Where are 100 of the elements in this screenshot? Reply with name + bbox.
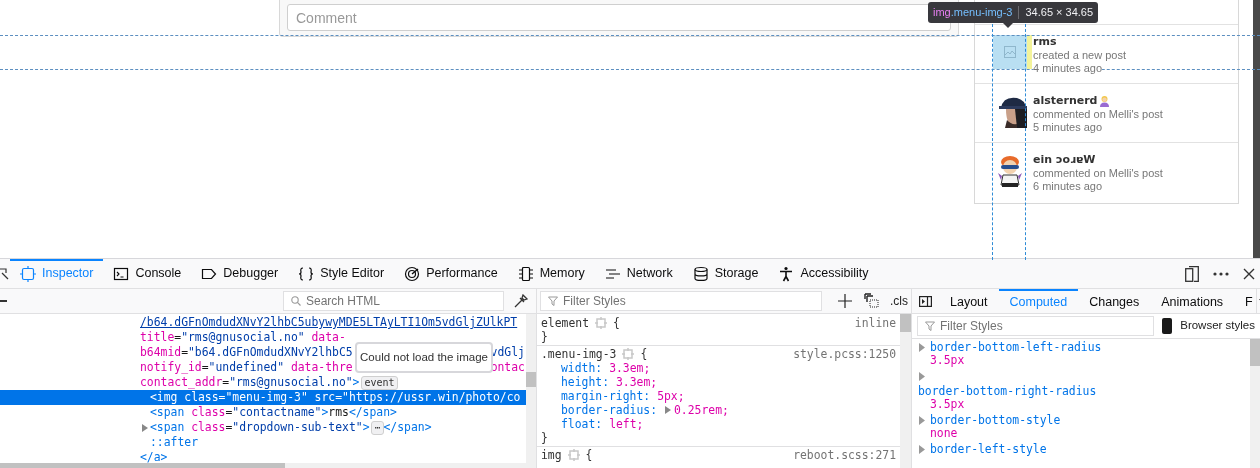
rule-source[interactable]: reboot.scss:271 <box>793 448 896 462</box>
code-token: </span> <box>348 405 397 420</box>
code-token: "rms@gnusocial.no" <box>181 330 306 345</box>
search-field[interactable]: Search HTML <box>283 291 504 311</box>
code-token: > <box>321 405 329 420</box>
code-token: > <box>362 420 370 435</box>
code-token: =" <box>335 390 349 405</box>
scrollbar-thumb[interactable] <box>1250 339 1260 366</box>
tooltip-size: 34.65 × 34.65 <box>1025 5 1094 21</box>
expand-triangle-icon[interactable] <box>918 342 926 353</box>
scrollbar-thumb[interactable] <box>526 372 536 387</box>
gear-icon <box>595 317 607 329</box>
print-simulation-icon[interactable] <box>864 293 880 309</box>
checkbox[interactable] <box>1162 318 1173 334</box>
sidebar-tab[interactable]: F <box>1234 289 1260 313</box>
notification-item[interactable]: rms created a new post 4 minutes ago <box>975 25 1238 84</box>
sidebar-tab[interactable]: Changes <box>1078 289 1151 313</box>
filter-field[interactable]: Filter Styles <box>540 291 822 311</box>
code-token: = <box>222 375 230 390</box>
code-token: = <box>181 345 188 360</box>
code-token: https://ussr.win/photo/co <box>348 390 521 405</box>
code-token: </span> <box>383 420 432 435</box>
notification-text: created a new post <box>1033 48 1126 62</box>
code-token: = <box>218 390 226 405</box>
expand-triangle-icon[interactable] <box>918 371 926 382</box>
devtools-tab[interactable]: Accessibility <box>768 259 879 288</box>
devtools-tab[interactable]: Network <box>594 259 683 288</box>
search-icon <box>291 296 301 306</box>
code-token: </a> <box>140 450 168 463</box>
inspector-icon <box>20 265 36 282</box>
rule-source[interactable]: style.pcss:1250 <box>793 347 896 361</box>
expand-triangle-icon[interactable] <box>918 415 926 426</box>
sidebar-tab[interactable]: Layout <box>939 289 999 313</box>
gear-icon <box>567 449 580 461</box>
code-token: "b64.dGFnOmdudXNvY2lhbC5 <box>188 345 353 360</box>
code-token: { <box>640 347 648 361</box>
code-token: title <box>140 330 175 345</box>
checkbox-label: Browser styles <box>1180 318 1255 334</box>
css-property: border-bottom-left-radius <box>930 341 1102 354</box>
code-token: = <box>225 420 233 435</box>
filter-icon <box>548 296 558 306</box>
chip-icon <box>517 265 534 282</box>
devtools-tab[interactable]: Console <box>103 259 192 288</box>
notification-item[interactable]: ein ɔoɹɐW commented on Melli's post 6 minutes ago <box>975 143 1238 202</box>
more-icon[interactable] <box>1213 271 1229 276</box>
devtools-tab[interactable]: Performance <box>394 259 508 288</box>
css-property: border-radius: <box>561 403 657 417</box>
scrollbar-track[interactable] <box>1250 339 1260 468</box>
margin-highlight <box>1027 35 1032 69</box>
css-property: float: <box>561 417 603 431</box>
plus-icon[interactable] <box>838 294 852 308</box>
sidebar-tab[interactable]: Animations <box>1150 289 1235 313</box>
gear-icon <box>622 348 635 360</box>
code-token: { <box>613 316 620 330</box>
code-token: data-thre <box>290 360 353 375</box>
code-token: rms <box>328 405 349 420</box>
devtools-tab[interactable]: Style Editor <box>288 259 395 288</box>
close-icon[interactable] <box>1243 267 1255 280</box>
devtools-tab[interactable]: Debugger <box>191 259 289 288</box>
devtools-tab[interactable]: Memory <box>507 259 595 288</box>
devtools-tab[interactable]: Storage <box>682 259 769 288</box>
sidebar-toggle-icon[interactable] <box>919 295 932 307</box>
css-value: 5px; <box>657 389 685 403</box>
filter-field[interactable]: Filter Styles <box>917 316 1154 336</box>
notification-item[interactable]: alsternerd commented on Melli's post 5 minutes ago <box>975 84 1238 143</box>
rule-source[interactable]: inline <box>854 316 896 330</box>
scrollbar-track[interactable] <box>900 314 911 468</box>
console-icon <box>113 265 130 282</box>
css-value: none <box>929 427 958 440</box>
code-token: class <box>184 390 219 405</box>
code-token: contact_addr <box>140 375 223 390</box>
scrollbar-track[interactable] <box>526 314 536 463</box>
event-badge[interactable]: event <box>361 375 398 390</box>
cls-button[interactable]: .cls <box>890 292 908 310</box>
scrollbar-thumb[interactable] <box>0 463 285 468</box>
code-token: <img <box>150 390 179 405</box>
contact-name: alsternerd <box>1033 94 1098 108</box>
sidebar-tab[interactable]: Computed <box>998 289 1079 313</box>
event-badge[interactable]: ⋯ <box>371 420 384 435</box>
scrollbar-thumb[interactable] <box>900 314 911 332</box>
css-value: 3.3em; <box>609 361 651 375</box>
code-token: data- <box>311 330 346 345</box>
expand-triangle-icon[interactable] <box>918 444 926 455</box>
markup-line[interactable]: ::after <box>0 435 526 450</box>
markup-line[interactable]: <span class="contactname">rms</span> <box>0 405 526 420</box>
error-tooltip: Could not load the image <box>355 342 493 373</box>
code-token: b64mid <box>140 345 182 360</box>
css-property: margin-right: <box>561 389 651 403</box>
code-token: "menu-img-3" <box>225 390 309 405</box>
responsive-icon[interactable] <box>1185 265 1199 282</box>
broken-image-icon <box>1003 45 1017 59</box>
code-token: } <box>541 330 548 344</box>
css-property: border-left-style <box>930 443 1047 456</box>
eyedropper-icon[interactable] <box>514 294 528 308</box>
expand-triangle-icon[interactable] <box>664 405 672 415</box>
markup-line[interactable]: <span class="dropdown-sub-text"> ⋯ </span> <box>0 420 526 435</box>
database-icon <box>692 265 709 282</box>
scrollbar[interactable] <box>1253 0 1260 258</box>
code-token: = <box>201 360 209 375</box>
rule-selector: .menu-img-3 <box>541 347 617 361</box>
